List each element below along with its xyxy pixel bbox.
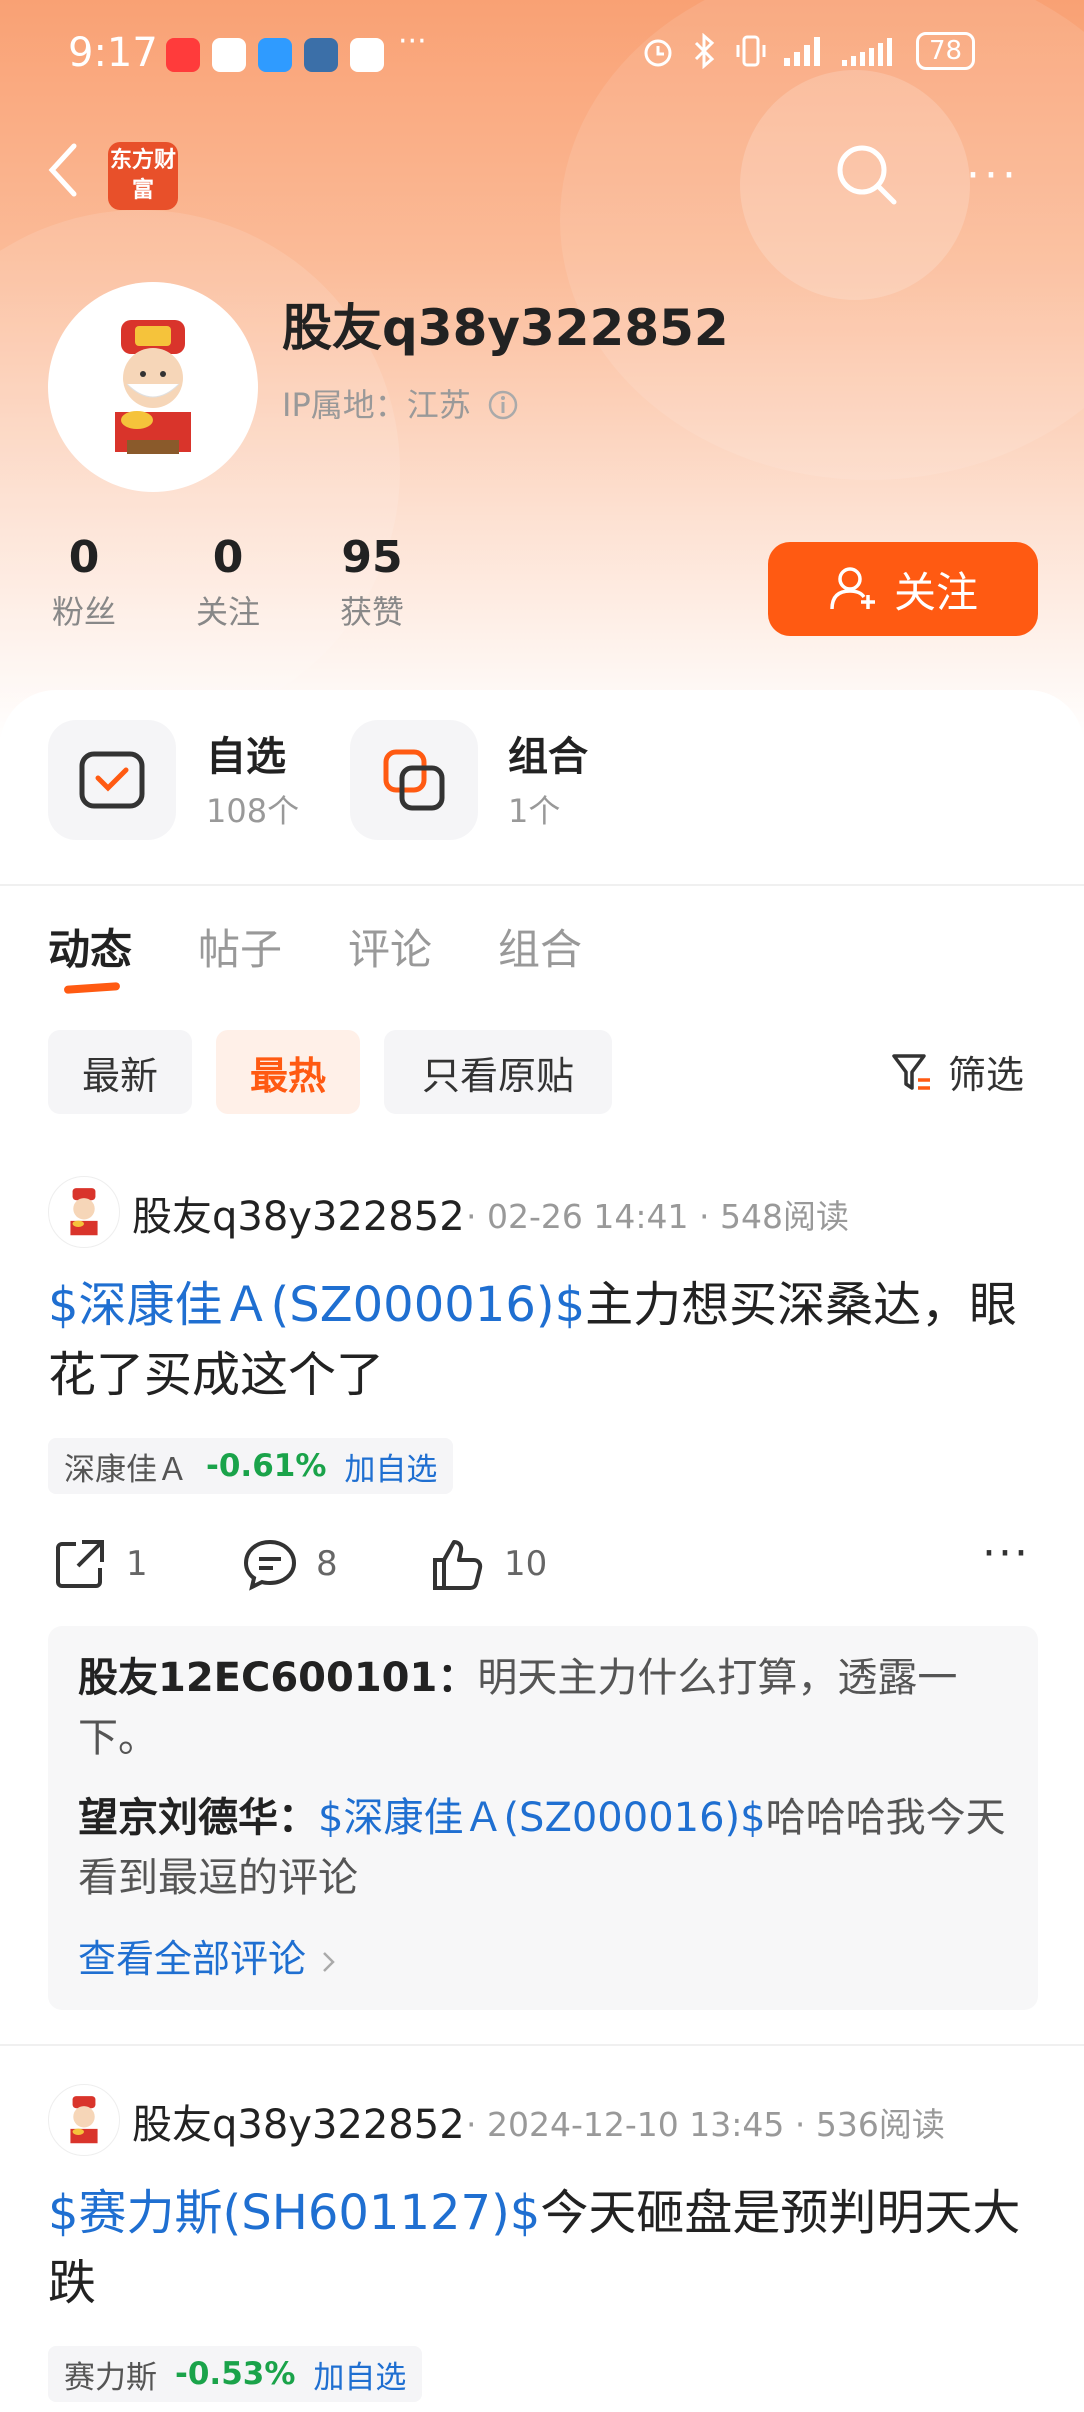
- stat-label: 粉丝: [51, 593, 116, 631]
- avatar-image: [70, 2096, 98, 2144]
- divider: [0, 884, 1084, 886]
- comment-count: 8: [316, 1544, 338, 1584]
- avatar[interactable]: [48, 282, 258, 492]
- alarm-icon: [644, 39, 672, 67]
- stock-tag-name: 深康佳Ａ: [64, 1451, 188, 1488]
- info-icon[interactable]: [487, 389, 519, 421]
- tab-portfolio[interactable]: 组合: [498, 916, 582, 977]
- stock-tag[interactable]: 深康佳Ａ -0.61% 加自选: [48, 1438, 454, 1494]
- avatar-image: [70, 1188, 98, 1236]
- post-avatar[interactable]: [48, 1176, 120, 1248]
- share-icon: [56, 1540, 104, 1588]
- stat-label: 获赞: [339, 593, 404, 631]
- filter-button[interactable]: 筛选: [890, 1044, 1024, 1099]
- view-all-label: 查看全部评论: [78, 1937, 307, 1981]
- stock-link[interactable]: $深康佳Ａ(SZ000016)$: [48, 1277, 585, 1333]
- app-logo: 东方财富: [108, 142, 178, 210]
- post-time: 02-26 14:41: [486, 1197, 689, 1236]
- stock-tag-change: -0.53%: [175, 2356, 296, 2392]
- portfolio-count: 1个: [508, 792, 561, 830]
- portfolio-entry[interactable]: [350, 720, 478, 840]
- add-user-icon: [830, 567, 875, 610]
- post-reads: 536阅读: [815, 2105, 945, 2144]
- bluetooth-icon: [694, 33, 715, 69]
- add-watchlist-button[interactable]: 加自选: [344, 1444, 437, 1489]
- comment-item: 望京刘德华：$深康佳Ａ(SZ000016)$哈哈哈我今天看到最逗的评论: [78, 1788, 1008, 1908]
- stock-tag-change: -0.61%: [206, 1448, 327, 1484]
- post-author[interactable]: 股友q38y322852: [132, 1184, 465, 1242]
- post-body[interactable]: $深康佳Ａ(SZ000016)$主力想买深桑达，眼花了买成这个了: [48, 1270, 1048, 1410]
- filter-label: 筛选: [948, 1053, 1025, 1097]
- stat-value: 0: [68, 532, 100, 583]
- comment-button[interactable]: 8: [242, 1536, 338, 1592]
- portfolio-title[interactable]: 组合: [508, 724, 588, 782]
- notification-app-icon: [258, 38, 292, 72]
- post-meta: · 02-26 14:41 · 548阅读: [466, 1197, 849, 1236]
- comment-user[interactable]: 望京刘德华：: [78, 1795, 318, 1841]
- watchlist-title[interactable]: 自选: [206, 724, 286, 782]
- filter-icon: [892, 1053, 930, 1090]
- watchlist-icon: [79, 751, 145, 809]
- vibrate-icon: [736, 35, 766, 67]
- post-time: 2024-12-10 13:45: [486, 2105, 785, 2144]
- divider: [0, 2044, 1084, 2046]
- notification-app-icon: [212, 38, 246, 72]
- stat-likes: 95 获赞: [312, 532, 432, 633]
- add-watchlist-button[interactable]: 加自选: [313, 2352, 406, 2397]
- share-count: 1: [126, 1544, 148, 1584]
- follow-button[interactable]: 关注: [768, 542, 1038, 636]
- stat-following[interactable]: 0 关注: [168, 532, 288, 633]
- battery-indicator: 78: [916, 32, 976, 70]
- portfolio-icon: [383, 749, 445, 811]
- post-avatar[interactable]: [48, 2084, 120, 2156]
- comment-user[interactable]: 股友12EC600101：: [78, 1655, 477, 1701]
- notification-app-icon: [304, 38, 338, 72]
- follow-label: 关注: [893, 567, 978, 617]
- filter-latest[interactable]: 最新: [48, 1030, 192, 1114]
- status-time: 9:17: [68, 30, 158, 76]
- status-indicators: 78: [640, 32, 976, 70]
- tab-activity[interactable]: 动态: [48, 916, 132, 977]
- post-body[interactable]: $赛力斯(SH601127)$今天砸盘是预判明天大跌: [48, 2178, 1048, 2318]
- notification-app-icon: [350, 38, 384, 72]
- stock-tag[interactable]: 赛力斯 -0.53% 加自选: [48, 2346, 423, 2402]
- stat-label: 关注: [195, 593, 260, 631]
- filter-hottest[interactable]: 最热: [216, 1030, 360, 1114]
- view-all-comments-link[interactable]: 查看全部评论: [78, 1928, 340, 1983]
- tab-comments[interactable]: 评论: [348, 916, 432, 977]
- post-author[interactable]: 股友q38y322852: [132, 2092, 465, 2150]
- comment-preview[interactable]: 股友12EC600101：明天主力什么打算，透露一下。 望京刘德华：$深康佳Ａ(…: [48, 1626, 1038, 2010]
- watchlist-count: 108个: [206, 792, 300, 830]
- filter-original-only[interactable]: 只看原贴: [384, 1030, 612, 1114]
- signal-icon: [842, 38, 892, 66]
- username: 股友q38y322852: [282, 299, 729, 357]
- post-reads: 548阅读: [719, 1197, 849, 1236]
- stat-value: 0: [212, 532, 244, 583]
- like-count: 10: [504, 1544, 548, 1584]
- like-button[interactable]: 10: [428, 1536, 547, 1592]
- status-more-icon: ···: [398, 24, 427, 59]
- notification-app-icon: [166, 38, 200, 72]
- comment-item: 股友12EC600101：明天主力什么打算，透露一下。: [78, 1648, 1008, 1768]
- stock-tag-name: 赛力斯: [64, 2359, 157, 2396]
- search-icon[interactable]: [832, 140, 902, 210]
- ip-location: IP属地：江苏: [282, 380, 519, 426]
- avatar-image: [115, 320, 191, 454]
- like-icon: [433, 1540, 483, 1590]
- signal-icon: [784, 37, 820, 66]
- post-more-icon[interactable]: ···: [982, 1528, 1030, 1579]
- chevron-right-icon: [323, 1952, 335, 1972]
- share-button[interactable]: 1: [52, 1536, 148, 1592]
- stat-value: 95: [341, 532, 403, 583]
- post-meta: · 2024-12-10 13:45 · 536阅读: [466, 2105, 945, 2144]
- back-icon[interactable]: [44, 140, 84, 200]
- more-icon[interactable]: ···: [966, 150, 1036, 201]
- ip-label: IP属地：江苏: [282, 386, 471, 424]
- comment-icon: [243, 1539, 297, 1591]
- tab-posts[interactable]: 帖子: [198, 916, 282, 977]
- stock-link[interactable]: $赛力斯(SH601127)$: [48, 2185, 540, 2241]
- watchlist-entry[interactable]: [48, 720, 176, 840]
- stat-fans[interactable]: 0 粉丝: [24, 532, 144, 633]
- stock-link[interactable]: $深康佳Ａ(SZ000016)$: [318, 1795, 766, 1841]
